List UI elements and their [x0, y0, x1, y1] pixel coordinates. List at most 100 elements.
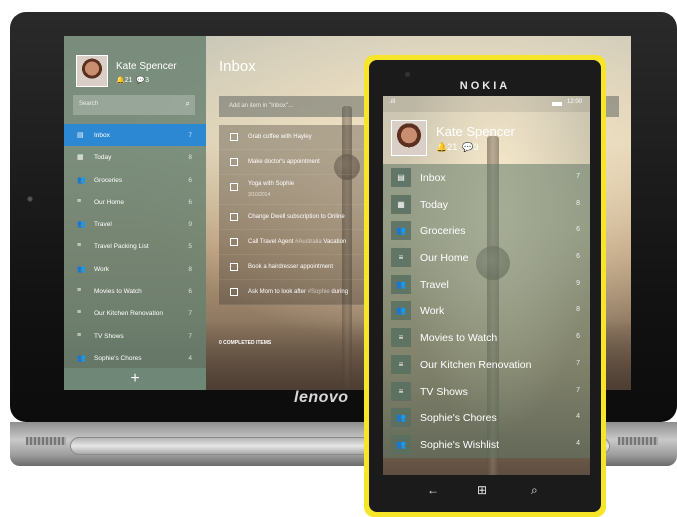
task-checkbox[interactable] — [230, 183, 238, 191]
shared-list-icon: 👥 — [391, 434, 411, 454]
comments-count: 3 — [473, 142, 479, 152]
completed-items-toggle[interactable]: 0 COMPLETED ITEMS — [219, 340, 271, 346]
sidebar-item-inbox[interactable]: ▤ Inbox 7 — [64, 124, 206, 147]
sidebar-item-our-home[interactable]: ≡ Our Home 6 — [64, 191, 206, 213]
task-checkbox[interactable] — [230, 263, 238, 271]
user-name: Kate Spencer — [116, 61, 177, 72]
avatar[interactable] — [76, 55, 108, 87]
list-item-count: 6 — [576, 333, 580, 341]
sidebar-item-count: 6 — [188, 288, 192, 296]
sidebar-item-label: Our Home — [94, 198, 124, 206]
list-icon: ≡ — [77, 197, 82, 205]
task-title-text: during — [329, 289, 349, 295]
signal-icon: .ıll — [389, 99, 395, 105]
task-title: Make doctor's appointment — [248, 159, 320, 165]
phone-bezel: NOKIA .ıll 12:00 Kate Spencer 🔔21 💬3 ▤ In… — [369, 60, 601, 512]
sidebar-item-count: 6 — [188, 176, 192, 184]
bell-icon: 🔔 — [116, 77, 125, 84]
back-arrow-icon[interactable]: ← — [427, 483, 439, 497]
sidebar-item-label: Movies to Watch — [94, 288, 142, 296]
list-icon: ≡ — [77, 331, 82, 339]
list-item-label: TV Shows — [420, 385, 468, 398]
phone-list-item-movies-to-watch[interactable]: ≡ Movies to Watch 6 — [383, 324, 590, 351]
phone-list-item-sophie-s-wishlist[interactable]: 👥 Sophie's Wishlist 4 — [383, 431, 590, 458]
sidebar-item-count: 4 — [188, 354, 192, 362]
notification-counts[interactable]: 🔔21 💬3 — [436, 142, 478, 153]
avatar[interactable] — [391, 120, 427, 156]
task-list: Grab coffee with Hayley Make doctor's app… — [219, 125, 374, 305]
task-item[interactable]: Call Travel Agent #Australia Vacation — [219, 230, 374, 255]
task-hashtag[interactable]: #Australia — [295, 239, 322, 245]
phone-list-item-travel[interactable]: 👥 Travel 9 — [383, 271, 590, 298]
add-list-button[interactable]: + — [64, 368, 206, 390]
sidebar-item-today[interactable]: ▦ Today 8 — [64, 146, 206, 168]
sidebar-item-label: Sophie's Chores — [94, 354, 142, 362]
task-hashtag[interactable]: #Sophie — [308, 289, 330, 295]
task-title: Call Travel Agent #Australia Vacation — [248, 239, 346, 245]
sidebar-item-label: Inbox — [94, 132, 110, 139]
list-item-label: Sophie's Wishlist — [420, 438, 500, 451]
list-item-count: 6 — [576, 226, 580, 234]
inbox-icon: ▤ — [391, 168, 411, 187]
sidebar-item-label: Work — [94, 265, 110, 273]
task-checkbox[interactable] — [230, 133, 238, 141]
phone-device: NOKIA .ıll 12:00 Kate Spencer 🔔21 💬3 ▤ In… — [364, 55, 606, 517]
task-checkbox[interactable] — [230, 288, 238, 296]
notification-counts[interactable]: 🔔21 💬3 — [116, 76, 149, 84]
sidebar-item-label: Groceries — [94, 176, 123, 184]
sidebar-item-tv-shows[interactable]: ≡ TV Shows 7 — [64, 325, 206, 347]
task-item[interactable]: Change Dwell subscription to Online — [219, 205, 374, 230]
task-item[interactable]: Make doctor's appointment — [219, 150, 374, 175]
sidebar-item-work[interactable]: 👥 Work 8 — [64, 258, 206, 280]
phone-list-item-groceries[interactable]: 👥 Groceries 6 — [383, 217, 590, 244]
sidebar-item-label: Travel Packing List — [94, 243, 149, 251]
phone-list-item-tv-shows[interactable]: ≡ TV Shows 7 — [383, 378, 590, 405]
task-item[interactable]: Grab coffee with Hayley — [219, 125, 374, 150]
sidebar-item-our-kitchen-renovation[interactable]: ≡ Our Kitchen Renovation 7 — [64, 302, 206, 324]
user-name: Kate Spencer — [436, 124, 515, 139]
sidebar-item-travel[interactable]: 👥 Travel 9 — [64, 213, 206, 235]
list-item-label: Travel — [420, 278, 449, 291]
sidebar-item-count: 7 — [188, 310, 192, 318]
list-icon: ≡ — [391, 354, 411, 374]
task-item[interactable]: Book a hairdresser appointment — [219, 255, 374, 280]
list-icon: ≡ — [391, 248, 411, 268]
tablet-list-menu: ▤ Inbox 7 ▦ Today 8 👥 Groceries 6 ≡ Our Home 6 👥 Trav… — [64, 124, 206, 369]
task-checkbox[interactable] — [230, 213, 238, 221]
sidebar-item-label: TV Shows — [94, 332, 124, 340]
comment-icon: 💬 — [462, 142, 474, 152]
task-item[interactable]: Yoga with Sophie 3/10/2014 — [219, 175, 374, 205]
list-icon: ≡ — [391, 328, 411, 348]
phone-list-item-our-kitchen-renovation[interactable]: ≡ Our Kitchen Renovation 7 — [383, 351, 590, 378]
list-item-count: 7 — [576, 173, 580, 180]
list-item-count: 4 — [576, 439, 580, 447]
search-icon[interactable]: ⌕ — [186, 99, 190, 109]
shared-list-icon: 👥 — [77, 221, 86, 229]
list-icon: ≡ — [77, 309, 82, 317]
search-input[interactable]: Search ⌕ — [73, 95, 195, 115]
hardware-nav-bar: ← ⊞ ⌕ — [369, 475, 601, 512]
sidebar-item-groceries[interactable]: 👥 Groceries 6 — [64, 169, 206, 191]
task-due-date: 3/10/2014 — [248, 192, 271, 198]
sidebar-item-sophie-s-chores[interactable]: 👥 Sophie's Chores 4 — [64, 347, 206, 369]
phone-list-item-inbox[interactable]: ▤ Inbox 7 — [383, 164, 590, 191]
task-checkbox[interactable] — [230, 158, 238, 166]
sidebar-item-label: Our Kitchen Renovation — [94, 310, 164, 318]
phone-camera — [405, 72, 410, 77]
phone-list-item-our-home[interactable]: ≡ Our Home 6 — [383, 244, 590, 271]
sidebar-item-movies-to-watch[interactable]: ≡ Movies to Watch 6 — [64, 280, 206, 302]
task-checkbox[interactable] — [230, 238, 238, 246]
task-title: Yoga with Sophie — [248, 181, 295, 187]
task-item[interactable]: Ask Mom to look after #Sophie during — [219, 280, 374, 305]
search-icon[interactable]: ⌕ — [531, 483, 538, 498]
windows-start-icon[interactable]: ⊞ — [477, 483, 487, 497]
sidebar-item-travel-packing-list[interactable]: ≡ Travel Packing List 5 — [64, 235, 206, 257]
phone-list-item-today[interactable]: ▦ Today 8 — [383, 191, 590, 218]
phone-list-item-sophie-s-chores[interactable]: 👥 Sophie's Chores 4 — [383, 404, 590, 431]
list-item-label: Inbox — [420, 172, 446, 184]
phone-list-item-work[interactable]: 👥 Work 8 — [383, 297, 590, 324]
status-time: 12:00 — [566, 99, 582, 105]
phone-brand-logo: NOKIA — [459, 80, 511, 92]
list-item-label: Today — [420, 198, 449, 211]
calendar-icon: ▦ — [77, 154, 84, 162]
